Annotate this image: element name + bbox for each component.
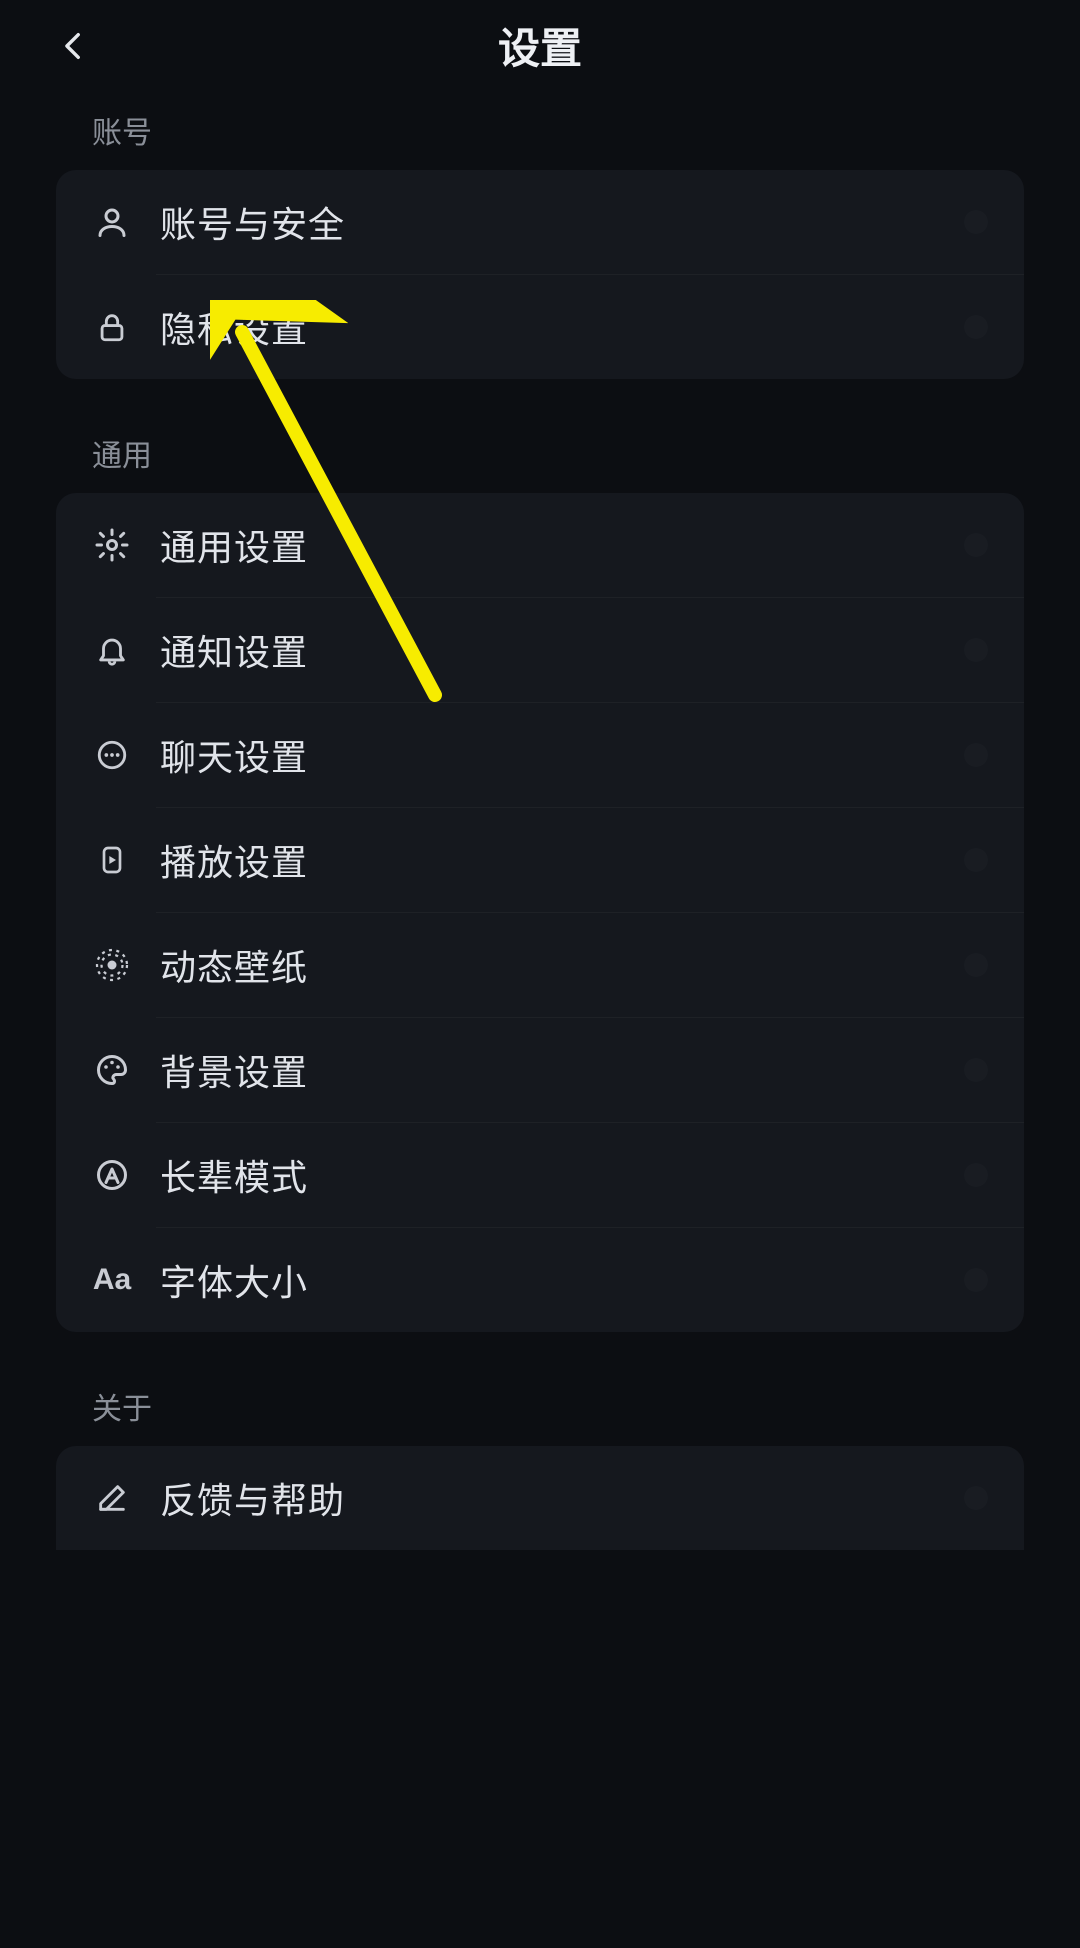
page-title: 设置 xyxy=(498,15,582,76)
row-elder-mode[interactable]: 长辈模式 xyxy=(56,1123,1024,1227)
chevron-left-icon xyxy=(57,29,91,63)
row-label: 账号与安全 xyxy=(160,196,345,248)
row-label: 隐私设置 xyxy=(160,301,308,353)
row-background-settings[interactable]: 背景设置 xyxy=(56,1018,1024,1122)
gear-icon xyxy=(92,525,132,565)
row-account-security[interactable]: 账号与安全 xyxy=(56,170,1024,274)
row-privacy-settings[interactable]: 隐私设置 xyxy=(56,275,1024,379)
chevron-right-icon xyxy=(964,315,988,339)
font-size-icon: Aa xyxy=(92,1260,132,1300)
group-about: 反馈与帮助 xyxy=(56,1446,1024,1550)
pencil-icon xyxy=(92,1478,132,1518)
row-live-wallpaper[interactable]: 动态壁纸 xyxy=(56,913,1024,1017)
chevron-right-icon xyxy=(964,743,988,767)
row-chat-settings[interactable]: 聊天设置 xyxy=(56,703,1024,807)
chevron-right-icon xyxy=(964,1268,988,1292)
target-icon xyxy=(92,945,132,985)
palette-icon xyxy=(92,1050,132,1090)
section-header-general: 通用 xyxy=(0,413,1080,493)
section-header-account: 账号 xyxy=(0,90,1080,170)
back-button[interactable] xyxy=(50,22,98,70)
row-general-settings[interactable]: 通用设置 xyxy=(56,493,1024,597)
group-account: 账号与安全 隐私设置 xyxy=(56,170,1024,379)
row-label: 反馈与帮助 xyxy=(160,1472,345,1524)
header-bar: 设置 xyxy=(0,0,1080,90)
group-general: 通用设置 通知设置 聊天设置 播放设置 xyxy=(56,493,1024,1332)
play-device-icon xyxy=(92,840,132,880)
row-label: 背景设置 xyxy=(160,1044,308,1096)
row-label: 动态壁纸 xyxy=(160,939,308,991)
row-label: 字体大小 xyxy=(160,1254,308,1306)
row-font-size[interactable]: Aa 字体大小 xyxy=(56,1228,1024,1332)
chevron-right-icon xyxy=(964,953,988,977)
chevron-right-icon xyxy=(964,210,988,234)
chevron-right-icon xyxy=(964,1163,988,1187)
row-label: 通知设置 xyxy=(160,624,308,676)
row-playback-settings[interactable]: 播放设置 xyxy=(56,808,1024,912)
chevron-right-icon xyxy=(964,533,988,557)
row-label: 聊天设置 xyxy=(160,729,308,781)
chevron-right-icon xyxy=(964,638,988,662)
chevron-right-icon xyxy=(964,848,988,872)
row-feedback-help[interactable]: 反馈与帮助 xyxy=(56,1446,1024,1550)
row-label: 通用设置 xyxy=(160,519,308,571)
section-header-about: 关于 xyxy=(0,1366,1080,1446)
person-icon xyxy=(92,202,132,242)
bell-icon xyxy=(92,630,132,670)
row-label: 播放设置 xyxy=(160,834,308,886)
chat-icon xyxy=(92,735,132,775)
chevron-right-icon xyxy=(964,1486,988,1510)
row-label: 长辈模式 xyxy=(160,1149,308,1201)
row-notification-settings[interactable]: 通知设置 xyxy=(56,598,1024,702)
lock-icon xyxy=(92,307,132,347)
accessibility-icon xyxy=(92,1155,132,1195)
chevron-right-icon xyxy=(964,1058,988,1082)
